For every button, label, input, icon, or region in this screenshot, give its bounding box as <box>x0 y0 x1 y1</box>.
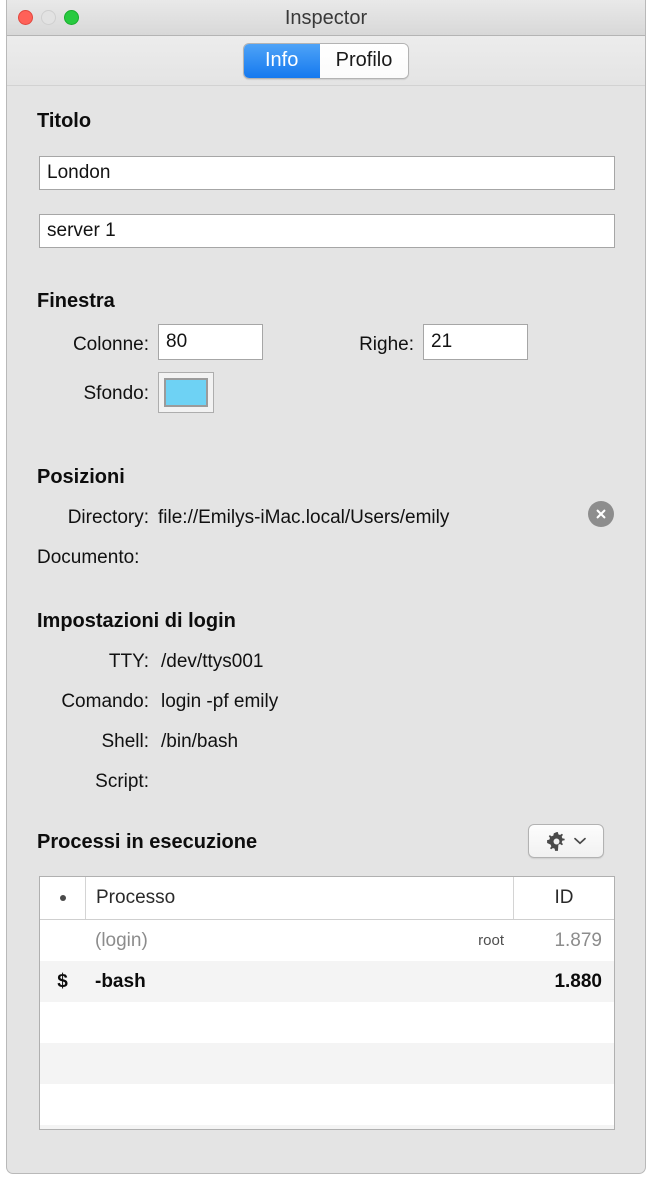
row-process-name: (login) root <box>85 930 514 952</box>
column-header-marker[interactable] <box>40 877 86 919</box>
table-row[interactable] <box>40 1002 614 1043</box>
tty-label: TTY: <box>108 651 149 672</box>
row-process-user: root <box>478 932 504 949</box>
columns-label: Colonne: <box>72 334 149 355</box>
tty-value: /dev/ttys001 <box>161 651 264 672</box>
tab-info[interactable]: Info <box>243 43 320 78</box>
tab-bar: Info Profilo <box>7 36 645 86</box>
section-heading-login: Impostazioni di login <box>37 610 236 632</box>
background-color-well[interactable] <box>158 372 214 413</box>
command-label: Comando: <box>61 691 149 712</box>
process-table-header: Processo ID <box>40 877 614 920</box>
row-process-label: (login) <box>95 929 148 951</box>
table-row[interactable] <box>40 1043 614 1084</box>
directory-label: Directory: <box>67 507 149 528</box>
window-titlebar: Inspector <box>7 0 645 36</box>
row-process-id: 1.880 <box>554 970 602 992</box>
process-action-menu-button[interactable] <box>528 824 604 858</box>
directory-value: file://Emilys-iMac.local/Users/emily <box>158 507 450 528</box>
section-heading-titolo: Titolo <box>37 110 92 132</box>
background-label: Sfondo: <box>83 383 150 404</box>
process-table[interactable]: Processo ID (login) root 1.879 $ -bash 1… <box>39 876 615 1130</box>
inspector-window: Inspector Info Profilo Titolo London ser… <box>6 0 646 1174</box>
shell-label: Shell: <box>101 731 149 752</box>
table-row[interactable]: $ -bash 1.880 <box>40 961 614 1002</box>
chevron-down-icon <box>574 837 586 845</box>
command-value: login -pf emily <box>161 691 279 712</box>
row-process-id: 1.879 <box>554 929 602 951</box>
row-process-label: -bash <box>95 970 146 992</box>
row-process-name: -bash <box>85 971 514 993</box>
inspector-content: Titolo London server 1 Finestra Colonne:… <box>7 86 645 1173</box>
row-marker: $ <box>57 970 68 992</box>
column-header-id[interactable]: ID <box>514 877 614 919</box>
script-label: Script: <box>95 771 149 792</box>
section-heading-finestra: Finestra <box>37 290 115 312</box>
window-title: Inspector <box>284 7 368 29</box>
shell-value: /bin/bash <box>161 731 239 752</box>
columns-input[interactable]: 80 <box>158 324 263 360</box>
bullet-icon <box>59 895 66 901</box>
tab-profilo[interactable]: Profilo <box>319 43 409 78</box>
table-row[interactable] <box>40 1084 614 1125</box>
rows-input[interactable]: 21 <box>423 324 528 360</box>
table-row[interactable] <box>40 1125 614 1129</box>
gear-icon <box>547 831 565 851</box>
clear-directory-icon[interactable] <box>588 501 614 527</box>
rows-label: Righe: <box>359 334 414 355</box>
title-profile-input[interactable]: server 1 <box>39 214 615 248</box>
column-header-process[interactable]: Processo <box>86 877 514 919</box>
section-heading-posizioni: Posizioni <box>37 466 125 488</box>
table-row[interactable]: (login) root 1.879 <box>40 920 614 961</box>
title-name-input[interactable]: London <box>39 156 615 190</box>
document-label: Documento: <box>37 547 140 568</box>
section-heading-processi: Processi in esecuzione <box>37 831 258 853</box>
background-color-swatch <box>164 378 208 407</box>
segmented-control: Info Profilo <box>242 42 410 79</box>
